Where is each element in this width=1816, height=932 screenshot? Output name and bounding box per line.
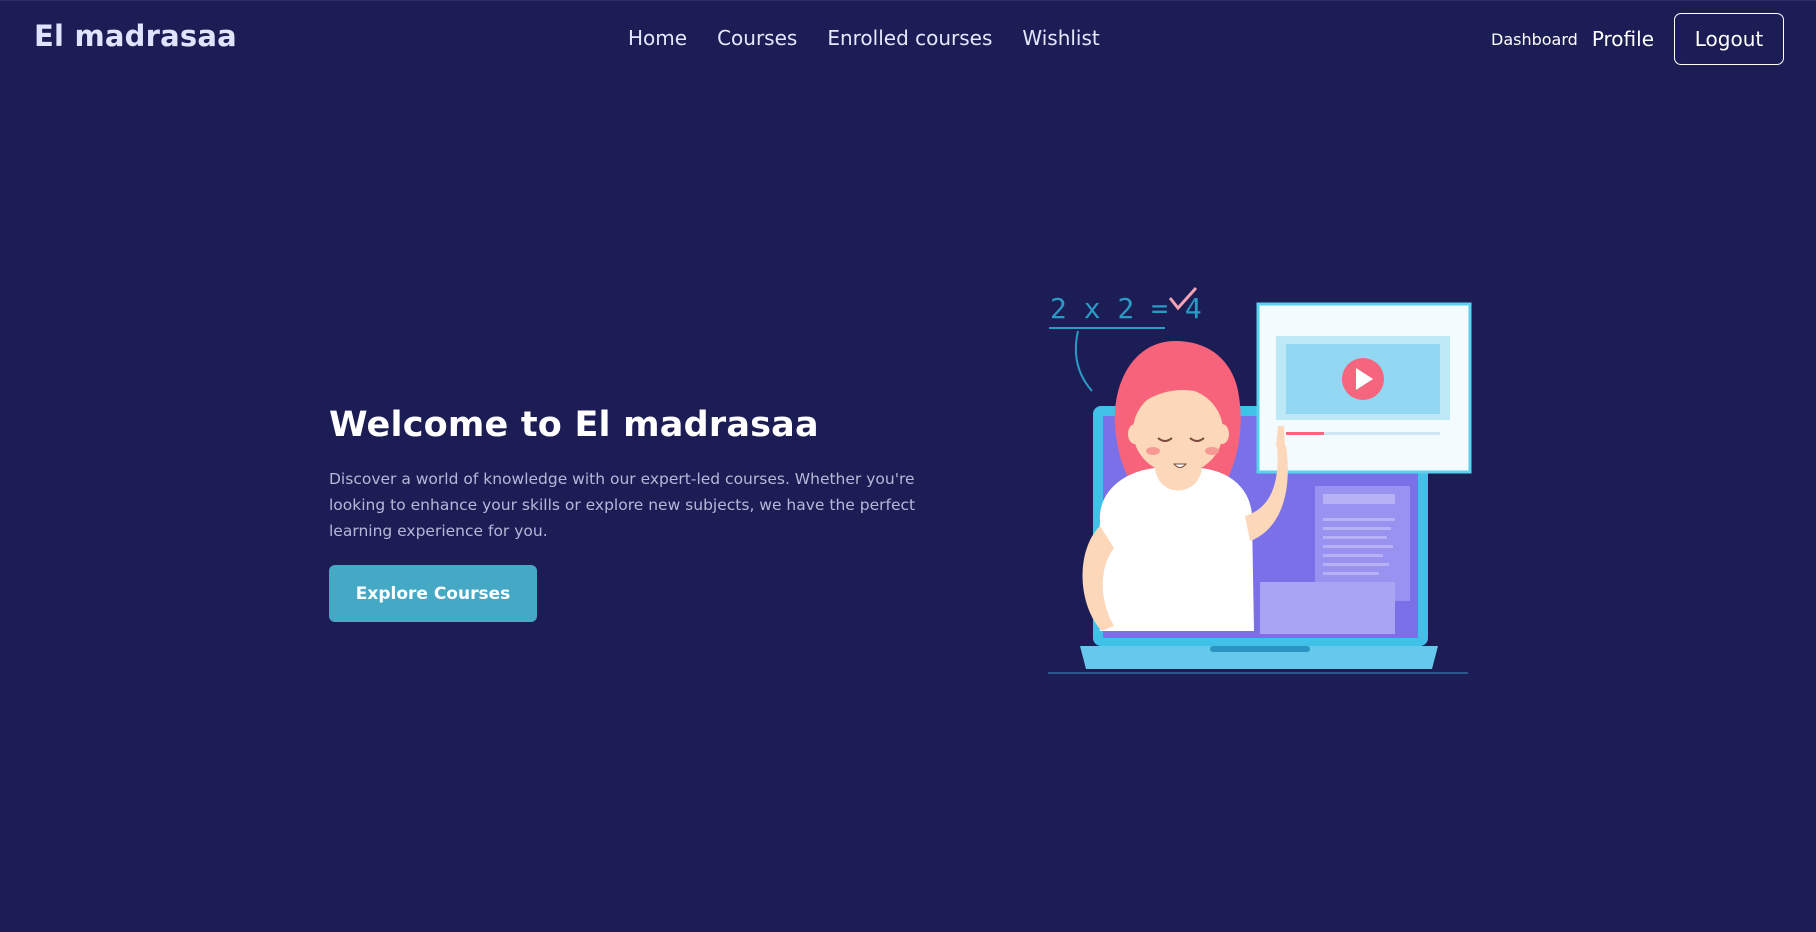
screen-heading-line — [1323, 494, 1395, 504]
hero-section: Welcome to El madrasaa Discover a world … — [329, 405, 949, 622]
pointer-line — [1074, 330, 1093, 392]
dress — [1097, 468, 1254, 631]
screen-text-line — [1323, 527, 1391, 530]
laptop-hinge — [1210, 646, 1310, 652]
video-progress-fill — [1286, 432, 1324, 435]
screen-text-line — [1323, 545, 1393, 548]
hero-description: Discover a world of knowledge with our e… — [329, 470, 916, 540]
nav-link-wishlist[interactable]: Wishlist — [1022, 26, 1099, 50]
screen-text-line — [1323, 554, 1383, 557]
left-cheek — [1146, 447, 1160, 455]
left-ear — [1128, 424, 1142, 444]
explore-courses-button[interactable]: Explore Courses — [329, 565, 537, 622]
logout-button[interactable]: Logout — [1674, 13, 1784, 65]
hero-illustration: 2 x 2 = 4 — [1048, 286, 1472, 674]
screen-text-line — [1323, 572, 1379, 575]
nav-link-profile[interactable]: Profile — [1592, 27, 1654, 51]
main-nav: Home Courses Enrolled courses Wishlist — [628, 26, 1100, 50]
screen-block — [1260, 582, 1395, 634]
brand-logo[interactable]: El madrasaa — [34, 19, 237, 53]
screen-text-line — [1323, 536, 1387, 539]
nav-link-dashboard[interactable]: Dashboard — [1491, 30, 1578, 49]
nav-link-enrolled-courses[interactable]: Enrolled courses — [827, 26, 992, 50]
right-cheek — [1205, 447, 1219, 455]
screen-text-line — [1323, 518, 1395, 521]
page: El madrasaa Home Courses Enrolled course… — [0, 0, 1816, 932]
nav-link-home[interactable]: Home — [628, 26, 687, 50]
screen-text-line — [1323, 563, 1389, 566]
right-ear — [1215, 424, 1229, 444]
user-nav: Dashboard Profile Logout — [1491, 13, 1784, 65]
top-navbar: El madrasaa Home Courses Enrolled course… — [0, 1, 1816, 79]
hero-title: Welcome to El madrasaa — [329, 405, 819, 445]
face — [1133, 388, 1223, 474]
nav-link-courses[interactable]: Courses — [717, 26, 797, 50]
